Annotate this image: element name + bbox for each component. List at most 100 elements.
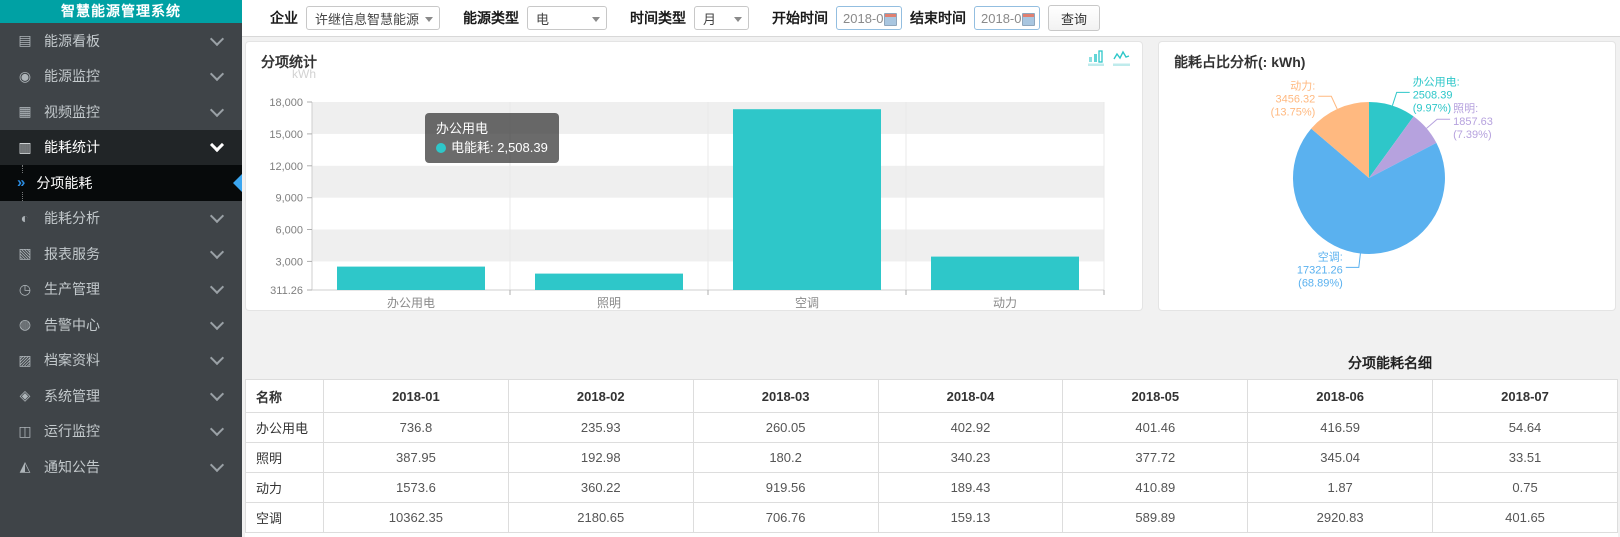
- bar-chart-panel: 分项统计 kWh311.263,0006,0009,00012,00015,00…: [245, 41, 1143, 311]
- column-header: 2018-04: [878, 380, 1063, 413]
- table-cell: 360.22: [508, 473, 693, 503]
- table-cell: 401.65: [1433, 503, 1618, 533]
- table-cell: 159.13: [878, 503, 1063, 533]
- table-cell: 10362.35: [324, 503, 509, 533]
- double-chevron-right-icon: »: [15, 173, 27, 192]
- svg-text:12,000: 12,000: [269, 161, 303, 173]
- table-title: 分项能耗名细: [245, 353, 1620, 373]
- bar-stats-icon: ▥: [17, 139, 33, 156]
- row-label: 照明: [246, 443, 324, 473]
- enterprise-label: 企业: [270, 8, 298, 28]
- energy-table-container: 名称2018-012018-022018-032018-042018-05201…: [245, 379, 1618, 537]
- table-cell: 192.98: [508, 443, 693, 473]
- column-header: 2018-02: [508, 380, 693, 413]
- chevron-down-icon: [210, 316, 224, 330]
- caret-down-icon: [592, 17, 600, 22]
- table-cell: 706.76: [693, 503, 878, 533]
- sidebar-item-label: 能耗统计: [44, 137, 212, 157]
- svg-text:照明: 照明: [597, 296, 621, 310]
- table-header-row: 名称2018-012018-022018-032018-042018-05201…: [246, 380, 1618, 413]
- row-label: 动力: [246, 473, 324, 503]
- monitor-icon: ◫: [17, 423, 33, 440]
- svg-text:18,000: 18,000: [269, 97, 303, 109]
- table-cell: 416.59: [1248, 413, 1433, 443]
- svg-text:空调: 空调: [795, 296, 819, 310]
- end-date-input[interactable]: 2018-07: [974, 6, 1040, 30]
- svg-text:动力:3456.32(13.75%): 动力:3456.32(13.75%): [1271, 79, 1316, 118]
- chevron-down-icon: [210, 351, 224, 365]
- calendar-icon: [1022, 13, 1035, 26]
- active-item-marker: [233, 174, 242, 192]
- sidebar-subitem[interactable]: » 分项能耗: [0, 165, 242, 201]
- table-cell: 180.2: [693, 443, 878, 473]
- table-cell: 919.56: [693, 473, 878, 503]
- table-cell: 2180.65: [508, 503, 693, 533]
- enterprise-select[interactable]: 许继信息智慧能源: [306, 6, 440, 30]
- sidebar-item-10[interactable]: ◫ 运行监控: [0, 414, 242, 450]
- table-cell: 189.43: [878, 473, 1063, 503]
- chart-toolbox: [1088, 49, 1130, 66]
- svg-text:9,000: 9,000: [275, 193, 303, 205]
- energy-type-select[interactable]: 电: [527, 6, 607, 30]
- sidebar-item-8[interactable]: ▨ 档案资料: [0, 343, 242, 379]
- table-cell: 410.89: [1063, 473, 1248, 503]
- table-cell: 736.8: [324, 413, 509, 443]
- start-date-input[interactable]: 2018-01: [836, 6, 902, 30]
- archive-icon: ▨: [17, 352, 33, 369]
- sidebar-item-7[interactable]: ◍告警中心: [0, 307, 242, 343]
- caret-down-icon: [425, 17, 433, 22]
- table-cell: 260.05: [693, 413, 878, 443]
- sidebar-item-11[interactable]: ◭通知公告: [0, 449, 242, 485]
- video-icon: ▦: [17, 103, 33, 120]
- sidebar-item-label: 视频监控: [44, 102, 212, 122]
- sidebar-item-4[interactable]: ◐能耗分析: [0, 201, 242, 237]
- column-header: 2018-01: [324, 380, 509, 413]
- sidebar-item-label: 运行监控: [44, 421, 212, 441]
- chevron-down-icon: [210, 103, 224, 117]
- sidebar-item-6[interactable]: ◷ 生产管理: [0, 272, 242, 308]
- sidebar-menu: ▤能源看板◉能源监控 ▦ 视频监控 ▥ 能耗统计 » 分项能耗 ◐能耗分析▧报表服务 ◷ 生产管理…: [0, 23, 242, 485]
- sidebar-item-label: 档案资料: [44, 350, 212, 370]
- chevron-down-icon: [210, 422, 224, 436]
- toolbox-bar-type-icon[interactable]: [1088, 49, 1104, 66]
- clock-icon: ◷: [17, 281, 33, 298]
- row-label: 空调: [246, 503, 324, 533]
- row-label: 办公用电: [246, 413, 324, 443]
- bar-chart[interactable]: kWh311.263,0006,0009,00012,00015,00018,0…: [246, 42, 1142, 310]
- table-cell: 401.46: [1063, 413, 1248, 443]
- time-type-select[interactable]: 月: [694, 6, 749, 30]
- wrench-icon: ◈: [17, 387, 33, 404]
- table-cell: 235.93: [508, 413, 693, 443]
- leaf-icon: ◐: [17, 210, 33, 226]
- pie-chart[interactable]: 办公用电:2508.39(9.97%)照明:1857.63(7.39%)空调:1…: [1159, 42, 1615, 310]
- table-cell: 589.89: [1063, 503, 1248, 533]
- table-cell: 33.51: [1433, 443, 1618, 473]
- svg-text:动力: 动力: [993, 296, 1017, 310]
- megaphone-icon: ◭: [17, 458, 33, 475]
- chevron-down-icon: [210, 458, 224, 472]
- sidebar-item-5[interactable]: ▧报表服务: [0, 236, 242, 272]
- svg-text:6,000: 6,000: [275, 225, 303, 237]
- table-cell: 1573.6: [324, 473, 509, 503]
- pie-panel-title: 能耗占比分析(: kWh): [1174, 52, 1305, 72]
- app-title: 智慧能源管理系统: [0, 0, 242, 23]
- sidebar-item-1[interactable]: ◉能源监控: [0, 59, 242, 95]
- sidebar-item-9[interactable]: ◈系统管理: [0, 378, 242, 414]
- query-button[interactable]: 查询: [1048, 5, 1100, 31]
- chevron-down-icon: [210, 280, 224, 294]
- column-header: 2018-03: [693, 380, 878, 413]
- bar-panel-title: 分项统计: [261, 52, 317, 72]
- sidebar-item-3[interactable]: ▥ 能耗统计: [0, 130, 242, 166]
- table-cell: 1.87: [1248, 473, 1433, 503]
- toolbox-line-type-icon[interactable]: [1113, 49, 1130, 66]
- filter-toolbar: 企业 许继信息智慧能源 能源类型 电 时间类型 月 开始时间 2018-01 结…: [242, 0, 1620, 37]
- camera-icon: ◉: [17, 68, 33, 85]
- sidebar-item-label: 生产管理: [44, 279, 212, 299]
- chevron-down-icon: [210, 387, 224, 401]
- chevron-down-icon: [210, 138, 224, 152]
- sidebar-subitem-label: 分项能耗: [36, 173, 92, 193]
- end-time-label: 结束时间: [910, 8, 966, 28]
- time-type-label: 时间类型: [630, 8, 686, 28]
- sidebar-item-0[interactable]: ▤能源看板: [0, 23, 242, 59]
- sidebar-item-2[interactable]: ▦ 视频监控: [0, 94, 242, 130]
